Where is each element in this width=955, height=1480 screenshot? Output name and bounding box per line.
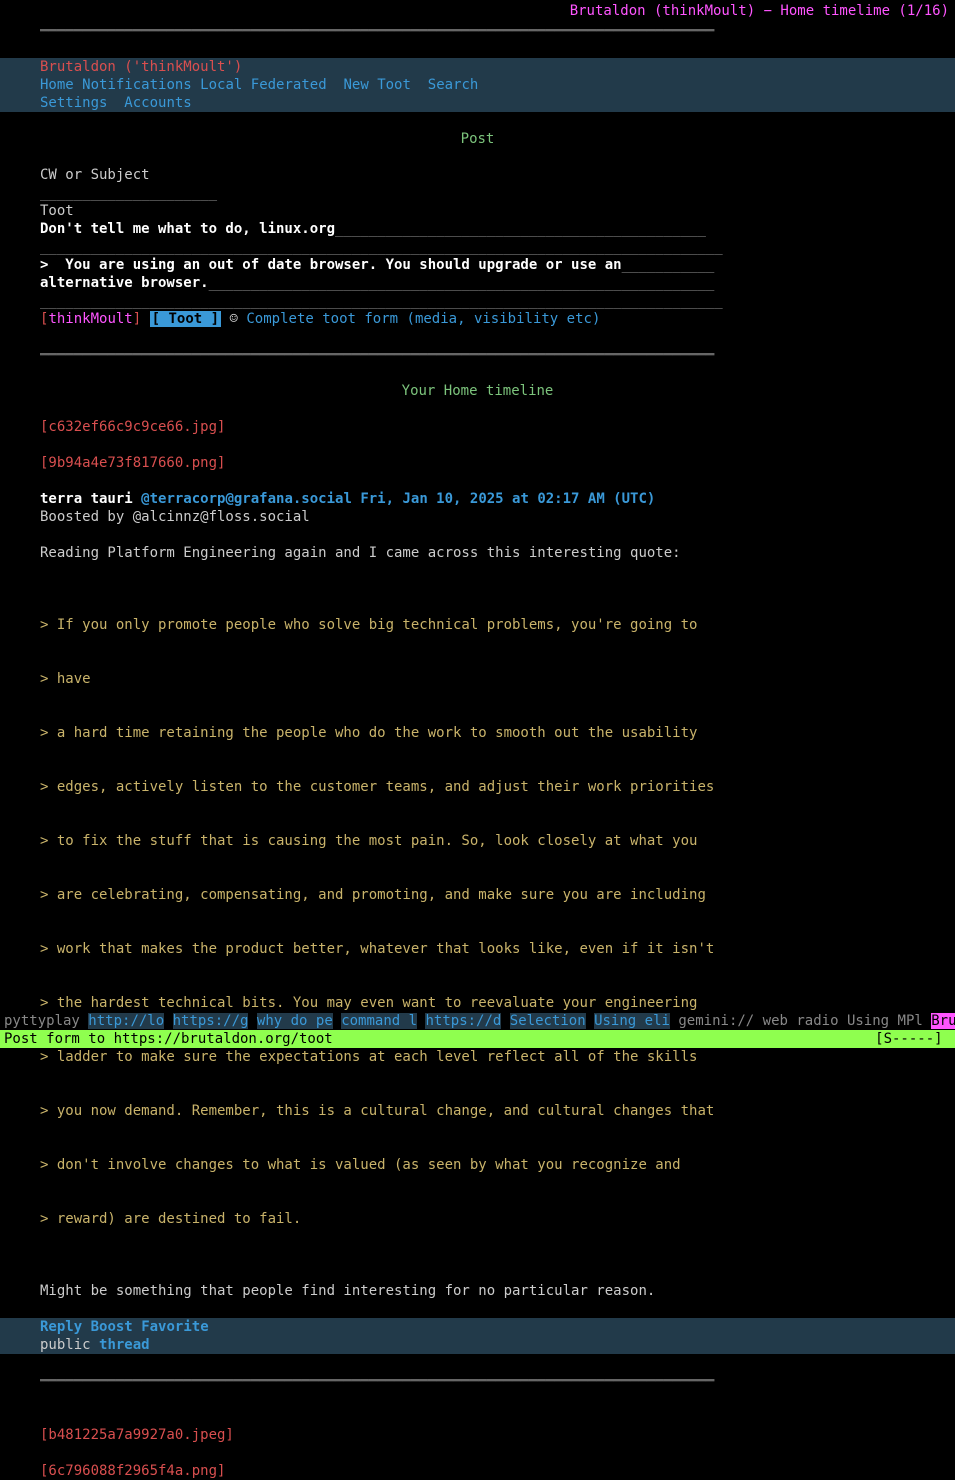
tab[interactable]: http://lo bbox=[88, 1013, 164, 1029]
tab-bar: pyttyplay http://lo https://g why do pe … bbox=[0, 1012, 955, 1030]
cw-input[interactable]: _____________________ bbox=[40, 184, 915, 202]
status-left: Post form to https://brutaldon.org/toot bbox=[4, 1030, 333, 1048]
divider: ━━━━━━━━━━━━━━━━━━━━━━━━━━━━━━━━━━━━━━━━… bbox=[40, 22, 915, 40]
nav-local[interactable]: Local bbox=[200, 77, 242, 93]
image-link[interactable]: [c632ef66c9c9ce66.jpg] bbox=[40, 418, 915, 436]
tab[interactable]: why do pe bbox=[257, 1013, 333, 1029]
image-link[interactable]: [9b94a4e73f817660.png] bbox=[40, 454, 915, 472]
status-bar: Post form to https://brutaldon.org/toot … bbox=[0, 1030, 955, 1048]
nav-accounts[interactable]: Accounts bbox=[124, 95, 191, 111]
favorite-button[interactable]: Favorite bbox=[141, 1319, 208, 1335]
tab[interactable]: https://g bbox=[173, 1013, 249, 1029]
window-title: Brutaldon (thinkMoult) − Home timelime (… bbox=[0, 0, 955, 22]
boost-button[interactable]: Boost bbox=[91, 1319, 133, 1335]
cw-label: CW or Subject bbox=[40, 166, 915, 184]
tab[interactable]: https://d bbox=[425, 1013, 501, 1029]
toot-button[interactable]: [ Toot ] bbox=[150, 311, 221, 327]
divider: ━━━━━━━━━━━━━━━━━━━━━━━━━━━━━━━━━━━━━━━━… bbox=[40, 346, 915, 364]
image-link[interactable]: [6c796088f2965f4a.png] bbox=[40, 1462, 915, 1480]
nav-search[interactable]: Search bbox=[428, 77, 479, 93]
complete-form-link[interactable]: Complete toot form (media, visibility et… bbox=[246, 311, 600, 327]
posting-user: thinkMoult bbox=[48, 311, 132, 327]
tab[interactable]: Selection bbox=[510, 1013, 586, 1029]
toot-body-outro: Might be something that people find inte… bbox=[40, 1282, 915, 1300]
reply-button[interactable]: Reply bbox=[40, 1319, 82, 1335]
toot-header: terra tauri @terracorp@grafana.social Fr… bbox=[40, 490, 915, 508]
toot-textarea[interactable]: Don't tell me what to do, linux.org_____… bbox=[40, 220, 915, 310]
divider: ━━━━━━━━━━━━━━━━━━━━━━━━━━━━━━━━━━━━━━━━… bbox=[40, 1372, 915, 1390]
toot-label: Toot bbox=[40, 202, 915, 220]
boosted-by: Boosted by @alcinnz@floss.social bbox=[40, 508, 915, 526]
main-nav: Home Notifications Local Federated New T… bbox=[40, 76, 915, 94]
image-link[interactable]: [b481225a7a9927a0.jpeg] bbox=[40, 1426, 915, 1444]
timeline-heading: Your Home timeline bbox=[40, 382, 915, 400]
visibility-label: public bbox=[40, 1337, 91, 1353]
tab[interactable]: gemini:// web radio Using MPl bbox=[678, 1013, 922, 1029]
author-handle[interactable]: @terracorp@grafana.social bbox=[141, 491, 352, 507]
tab[interactable]: command l bbox=[341, 1013, 417, 1029]
emoji-icon[interactable]: ☺ bbox=[230, 311, 238, 327]
toot-quote: > If you only promote people who solve b… bbox=[40, 580, 915, 1264]
tab[interactable]: pyttyplay bbox=[4, 1013, 80, 1029]
status-right: [S-----] bbox=[875, 1030, 951, 1048]
author-name[interactable]: terra tauri bbox=[40, 491, 133, 507]
nav-new-toot[interactable]: New Toot bbox=[343, 77, 410, 93]
nav-home[interactable]: Home bbox=[40, 77, 74, 93]
tab[interactable]: Using eli bbox=[594, 1013, 670, 1029]
nav-federated[interactable]: Federated bbox=[251, 77, 327, 93]
tab-active[interactable]: Brutaldo bbox=[931, 1013, 955, 1029]
thread-link[interactable]: thread bbox=[99, 1337, 150, 1353]
toot-body-intro: Reading Platform Engineering again and I… bbox=[40, 544, 915, 562]
nav-settings[interactable]: Settings bbox=[40, 95, 107, 111]
brand-title: Brutaldon ('thinkMoult') bbox=[40, 58, 915, 76]
post-heading: Post bbox=[40, 130, 915, 148]
timestamp: Fri, Jan 10, 2025 at 02:17 AM (UTC) bbox=[360, 491, 655, 507]
nav-notifications[interactable]: Notifications bbox=[82, 77, 192, 93]
